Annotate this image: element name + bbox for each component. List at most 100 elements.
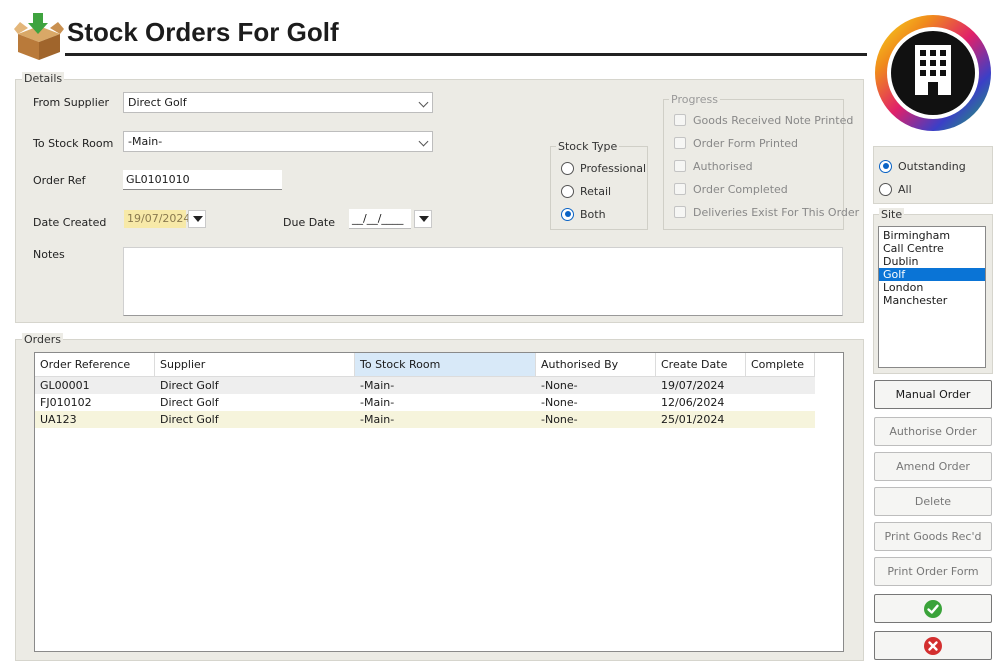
cross-icon <box>924 636 942 655</box>
building-icon <box>875 15 991 131</box>
column-header-to-stock-room[interactable]: To Stock Room <box>355 353 536 377</box>
title-underline <box>65 53 867 56</box>
stock-type-professional[interactable]: Professional <box>561 159 646 177</box>
list-item[interactable]: Manchester <box>879 294 985 307</box>
order-ref-input[interactable]: GL0101010 <box>123 170 282 190</box>
checkbox <box>674 137 686 149</box>
table-cell: -Main- <box>360 379 395 392</box>
table-cell: -None- <box>541 413 578 426</box>
order-ref-label: Order Ref <box>33 174 86 187</box>
page-title: Stock Orders For Golf <box>67 17 339 47</box>
progress-item-label: Order Completed <box>693 182 788 196</box>
radio-indicator <box>879 182 892 196</box>
filter-outstanding[interactable]: Outstanding <box>879 157 966 175</box>
table-cell: -Main- <box>360 413 395 426</box>
table-cell: 25/01/2024 <box>661 413 725 426</box>
print-order-form-button[interactable]: Print Order Form <box>874 557 992 586</box>
list-item-selected[interactable]: Golf <box>879 268 985 281</box>
radio-indicator <box>561 207 574 221</box>
list-item[interactable]: Dublin <box>879 255 985 268</box>
checkbox <box>674 206 686 218</box>
check-icon <box>924 599 942 618</box>
progress-grn-printed[interactable]: Goods Received Note Printed <box>674 111 853 129</box>
filter-option-label: All <box>898 182 912 196</box>
progress-deliveries-exist[interactable]: Deliveries Exist For This Order <box>674 203 859 221</box>
from-supplier-label: From Supplier <box>33 96 110 109</box>
table-cell: UA123 <box>40 413 77 426</box>
stock-type-retail[interactable]: Retail <box>561 182 611 200</box>
notes-textarea[interactable] <box>123 247 843 316</box>
from-supplier-value: Direct Golf <box>128 96 187 109</box>
table-row[interactable]: UA123 Direct Golf -Main- -None- 25/01/20… <box>35 411 815 428</box>
orders-legend: Orders <box>22 333 63 346</box>
date-created-label: Date Created <box>33 216 107 229</box>
chevron-down-icon <box>418 97 429 108</box>
progress-order-completed[interactable]: Order Completed <box>674 180 788 198</box>
notes-label: Notes <box>33 248 65 261</box>
date-created-dropdown-button[interactable] <box>188 210 206 228</box>
due-date-input[interactable]: __/__/____ <box>349 209 411 229</box>
column-header-create-date[interactable]: Create Date <box>656 353 746 377</box>
table-row[interactable]: FJ010102 Direct Golf -Main- -None- 12/06… <box>35 394 815 411</box>
stock-type-option-label: Both <box>580 207 606 221</box>
checkbox <box>674 183 686 195</box>
table-cell: Direct Golf <box>160 379 219 392</box>
amend-order-button[interactable]: Amend Order <box>874 452 992 481</box>
due-date-label: Due Date <box>283 216 335 229</box>
authorise-order-button[interactable]: Authorise Order <box>874 417 992 446</box>
site-listbox[interactable]: Birmingham Call Centre Dublin Golf Londo… <box>878 226 986 368</box>
filter-all[interactable]: All <box>879 180 912 198</box>
list-item[interactable]: Call Centre <box>879 242 985 255</box>
orders-grid[interactable]: Order Reference Supplier To Stock Room A… <box>34 352 844 652</box>
date-created-input[interactable]: 19/07/2024 <box>124 210 190 228</box>
list-item[interactable]: Birmingham <box>879 229 985 242</box>
checkbox <box>674 160 686 172</box>
progress-order-form-printed[interactable]: Order Form Printed <box>674 134 798 152</box>
list-item[interactable]: London <box>879 281 985 294</box>
table-cell: -None- <box>541 379 578 392</box>
table-cell: FJ010102 <box>40 396 92 409</box>
radio-indicator <box>561 161 574 175</box>
table-cell: Direct Golf <box>160 413 219 426</box>
progress-item-label: Order Form Printed <box>693 136 799 150</box>
to-stock-room-value: -Main- <box>128 135 163 148</box>
column-header-order-reference[interactable]: Order Reference <box>35 353 155 377</box>
table-cell: 12/06/2024 <box>661 396 725 409</box>
table-cell: 19/07/2024 <box>661 379 725 392</box>
cancel-button[interactable] <box>874 631 992 660</box>
filter-option-label: Outstanding <box>898 159 966 173</box>
table-cell: -Main- <box>360 396 395 409</box>
progress-authorised[interactable]: Authorised <box>674 157 753 175</box>
stock-type-option-label: Retail <box>580 184 612 198</box>
delete-button[interactable]: Delete <box>874 487 992 516</box>
ok-button[interactable] <box>874 594 992 623</box>
chevron-down-icon <box>418 136 429 147</box>
table-cell <box>746 377 756 394</box>
checkbox <box>674 114 686 126</box>
radio-indicator <box>879 159 892 173</box>
table-cell: Direct Golf <box>160 396 219 409</box>
radio-indicator <box>561 184 574 198</box>
progress-legend: Progress <box>669 93 720 106</box>
manual-order-button[interactable]: Manual Order <box>874 380 992 409</box>
table-cell: GL00001 <box>40 379 90 392</box>
to-stock-room-select[interactable]: -Main- <box>123 131 433 152</box>
column-header-supplier[interactable]: Supplier <box>155 353 355 377</box>
stock-type-option-label: Professional <box>580 161 647 175</box>
details-legend: Details <box>22 72 65 85</box>
to-stock-room-label: To Stock Room <box>33 137 114 150</box>
column-header-authorised-by[interactable]: Authorised By <box>536 353 656 377</box>
print-goods-recd-button[interactable]: Print Goods Rec'd <box>874 522 992 551</box>
stock-type-legend: Stock Type <box>556 140 620 153</box>
box-arrow-icon <box>14 13 64 60</box>
table-cell <box>746 411 756 428</box>
column-header-complete[interactable]: Complete <box>746 353 815 377</box>
due-date-dropdown-button[interactable] <box>414 210 432 228</box>
stock-type-both[interactable]: Both <box>561 205 606 223</box>
progress-item-label: Authorised <box>693 159 753 173</box>
progress-item-label: Deliveries Exist For This Order <box>693 205 860 219</box>
from-supplier-select[interactable]: Direct Golf <box>123 92 433 113</box>
site-legend: Site <box>879 208 905 221</box>
table-cell: -None- <box>541 396 578 409</box>
table-row[interactable]: GL00001 Direct Golf -Main- -None- 19/07/… <box>35 377 815 394</box>
